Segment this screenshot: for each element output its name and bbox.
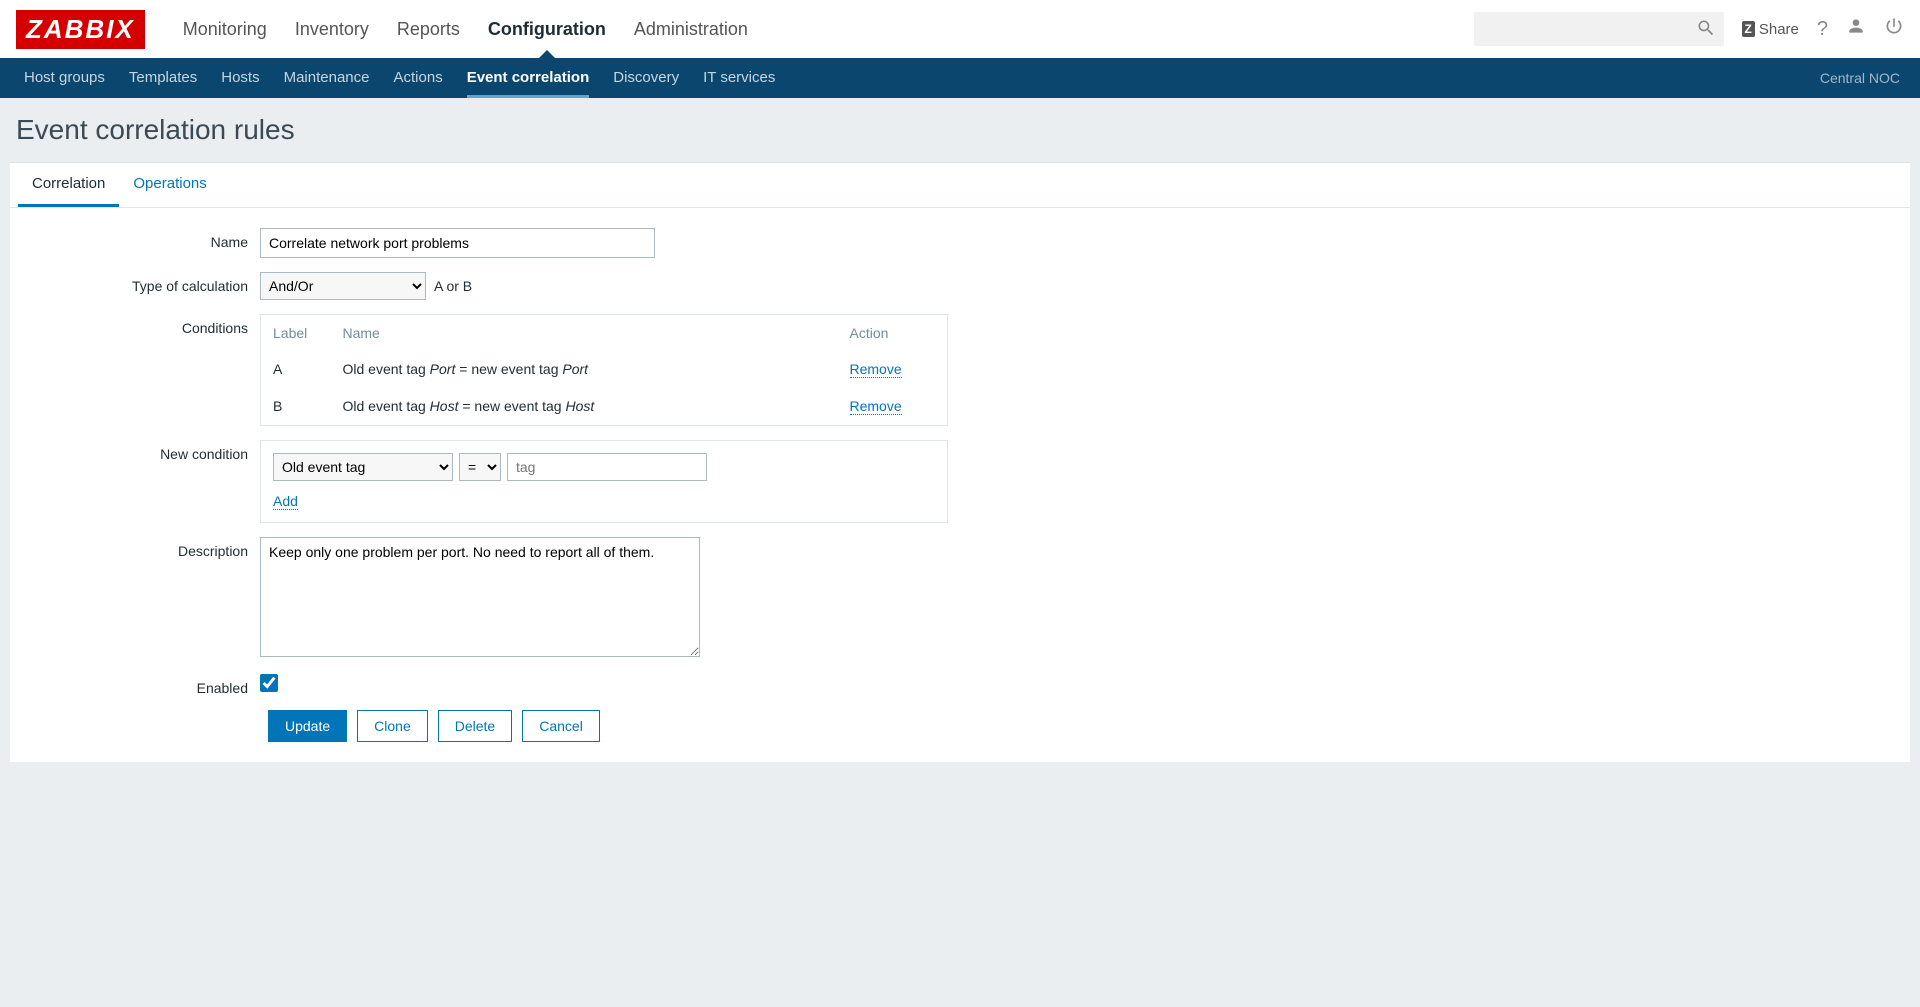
topright: Z Share ?	[1742, 16, 1905, 42]
topbar: ZABBIX Monitoring Inventory Reports Conf…	[0, 0, 1920, 58]
newcond-tag-input[interactable]	[507, 453, 707, 481]
add-button[interactable]: Add	[273, 493, 298, 510]
share-badge-icon: Z	[1742, 21, 1755, 37]
panel: Correlation Operations Name Type of calc…	[10, 162, 1910, 762]
enabled-checkbox[interactable]	[260, 674, 278, 692]
topnav-inventory[interactable]: Inventory	[281, 0, 383, 58]
newcond-op-select[interactable]: =	[459, 453, 501, 481]
logo: ZABBIX	[16, 10, 145, 49]
top-nav: Monitoring Inventory Reports Configurati…	[169, 0, 1474, 58]
tab-correlation[interactable]: Correlation	[18, 163, 119, 207]
description-textarea[interactable]: Keep only one problem per port. No need …	[260, 537, 700, 657]
remove-button[interactable]: Remove	[850, 398, 902, 415]
newcond-box: Old event tag = Add	[260, 440, 948, 523]
topnav-configuration[interactable]: Configuration	[474, 0, 620, 58]
share-label: Share	[1759, 21, 1799, 38]
location-label: Central NOC	[1820, 70, 1908, 86]
user-icon[interactable]	[1846, 16, 1866, 42]
subnav-actions[interactable]: Actions	[382, 58, 455, 98]
sub-nav: Host groups Templates Hosts Maintenance …	[0, 58, 1920, 98]
calc-label: Type of calculation	[10, 272, 260, 294]
table-row: A Old event tag Port = new event tag Por…	[261, 351, 948, 388]
cond-th-name: Name	[331, 315, 838, 352]
form: Name Type of calculation And/Or A or B C…	[10, 208, 1910, 762]
search-input[interactable]	[1474, 12, 1724, 46]
tab-operations[interactable]: Operations	[119, 163, 220, 207]
update-button[interactable]: Update	[268, 710, 347, 742]
cond-th-label: Label	[261, 315, 331, 352]
enabled-label: Enabled	[10, 674, 260, 696]
subnav-hosts[interactable]: Hosts	[209, 58, 271, 98]
cancel-button[interactable]: Cancel	[522, 710, 600, 742]
topnav-monitoring[interactable]: Monitoring	[169, 0, 281, 58]
tabs: Correlation Operations	[10, 163, 1910, 208]
calc-expression: A or B	[434, 278, 472, 294]
search-icon	[1696, 18, 1716, 41]
subnav-templates[interactable]: Templates	[117, 58, 209, 98]
subnav-maintenance[interactable]: Maintenance	[272, 58, 382, 98]
newcond-type-select[interactable]: Old event tag	[273, 453, 453, 481]
name-label: Name	[10, 228, 260, 250]
share-button[interactable]: Z Share	[1742, 21, 1799, 38]
cond-th-action: Action	[838, 315, 948, 352]
topnav-administration[interactable]: Administration	[620, 0, 762, 58]
name-input[interactable]	[260, 228, 655, 258]
page-title: Event correlation rules	[0, 98, 1920, 162]
calc-select[interactable]: And/Or	[260, 272, 426, 300]
topnav-reports[interactable]: Reports	[383, 0, 474, 58]
clone-button[interactable]: Clone	[357, 710, 428, 742]
cond-name-b: Old event tag Host = new event tag Host	[331, 388, 838, 426]
power-icon[interactable]	[1884, 16, 1904, 42]
table-row: B Old event tag Host = new event tag Hos…	[261, 388, 948, 426]
cond-name-a: Old event tag Port = new event tag Port	[331, 351, 838, 388]
help-icon[interactable]: ?	[1817, 18, 1828, 41]
newcond-label: New condition	[10, 440, 260, 462]
subnav-host-groups[interactable]: Host groups	[12, 58, 117, 98]
subnav-event-correlation[interactable]: Event correlation	[455, 58, 602, 98]
conditions-label: Conditions	[10, 314, 260, 336]
cond-label-a: A	[261, 351, 331, 388]
conditions-table: Label Name Action A Old event tag Port =…	[260, 314, 948, 426]
cond-label-b: B	[261, 388, 331, 426]
delete-button[interactable]: Delete	[438, 710, 512, 742]
desc-label: Description	[10, 537, 260, 559]
subnav-discovery[interactable]: Discovery	[601, 58, 691, 98]
button-row: Update Clone Delete Cancel	[268, 710, 1910, 742]
subnav-it-services[interactable]: IT services	[691, 58, 787, 98]
remove-button[interactable]: Remove	[850, 361, 902, 378]
